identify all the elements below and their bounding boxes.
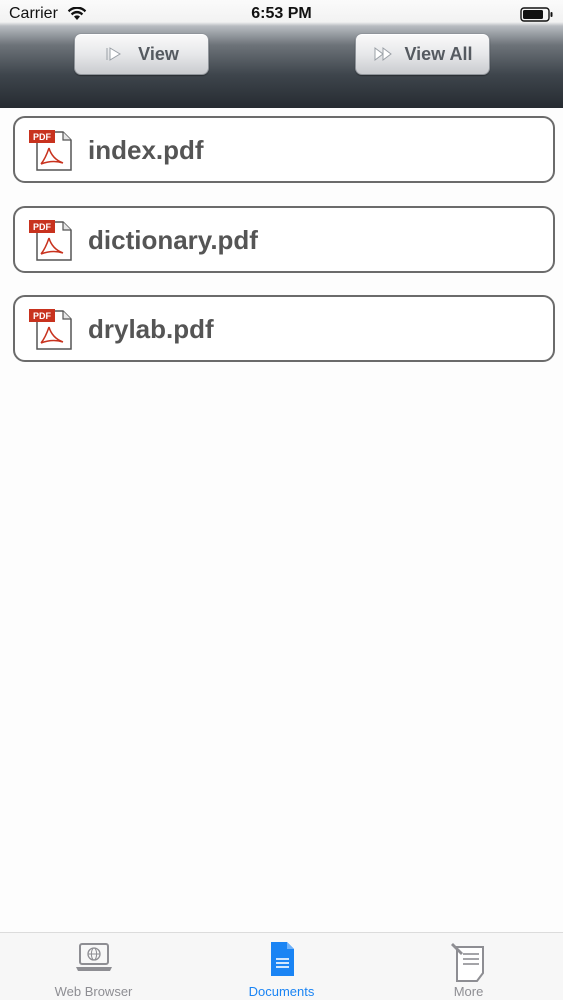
tab-label: More: [453, 984, 484, 999]
svg-text:PDF: PDF: [33, 311, 52, 321]
svg-text:PDF: PDF: [33, 132, 52, 142]
tab-label: Web Browser: [54, 984, 133, 999]
notepad-pencil-icon: [450, 943, 484, 982]
tab-web-browser[interactable]: Web Browser: [0, 933, 187, 1000]
view-all-button-label: View All: [404, 43, 473, 64]
documents-screen: Carrier 6:53 PM View View All PDF index.…: [0, 0, 563, 1000]
tab-more[interactable]: More: [375, 933, 562, 1000]
top-toolbar: Carrier 6:53 PM View View All: [0, 0, 563, 108]
status-bar: Carrier 6:53 PM: [0, 0, 563, 30]
pdf-file-icon: PDF: [29, 309, 72, 350]
laptop-globe-icon: [75, 943, 112, 971]
battery-icon: [520, 7, 553, 22]
file-item-drylab-pdf[interactable]: PDF drylab.pdf: [13, 295, 555, 362]
status-time: 6:53 PM: [251, 5, 312, 22]
pdf-file-icon: PDF: [29, 220, 72, 261]
tab-documents[interactable]: Documents: [188, 933, 375, 1000]
file-item-index-pdf[interactable]: PDF index.pdf: [13, 116, 555, 183]
file-name: drylab.pdf: [88, 314, 214, 344]
play-icon: [106, 47, 122, 61]
file-item-dictionary-pdf[interactable]: PDF dictionary.pdf: [13, 206, 555, 273]
svg-text:PDF: PDF: [33, 222, 52, 232]
view-button-label: View: [138, 43, 179, 64]
pdf-file-icon: PDF: [29, 130, 72, 171]
tab-label: Documents: [248, 984, 315, 999]
view-all-button[interactable]: View All: [355, 33, 490, 75]
view-button[interactable]: View: [74, 33, 209, 75]
file-name: index.pdf: [88, 135, 204, 165]
tab-bar: Web Browser Documents More: [0, 932, 563, 1000]
file-name: dictionary.pdf: [88, 225, 258, 255]
document-icon: [270, 942, 294, 976]
fast-forward-icon: [374, 47, 393, 61]
